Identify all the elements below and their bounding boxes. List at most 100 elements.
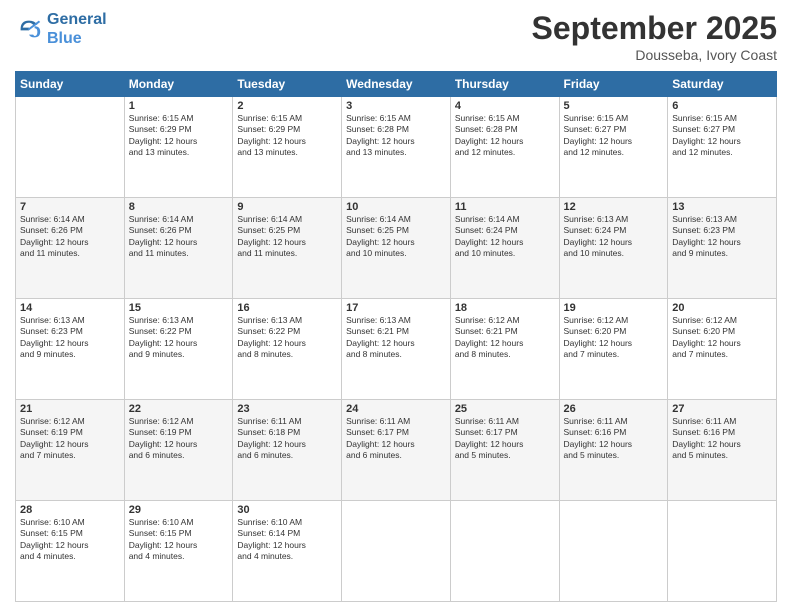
day-info: Sunrise: 6:14 AMSunset: 6:26 PMDaylight:… bbox=[20, 214, 120, 260]
day-info: Sunrise: 6:11 AMSunset: 6:17 PMDaylight:… bbox=[346, 416, 446, 462]
calendar-week-row: 7Sunrise: 6:14 AMSunset: 6:26 PMDaylight… bbox=[16, 198, 777, 299]
table-row: 13Sunrise: 6:13 AMSunset: 6:23 PMDayligh… bbox=[668, 198, 777, 299]
day-number: 10 bbox=[346, 201, 446, 213]
table-row: 12Sunrise: 6:13 AMSunset: 6:24 PMDayligh… bbox=[559, 198, 668, 299]
col-wednesday: Wednesday bbox=[342, 72, 451, 97]
location: Dousseba, Ivory Coast bbox=[532, 47, 777, 63]
day-number: 27 bbox=[672, 403, 772, 415]
logo-icon bbox=[15, 15, 43, 43]
day-number: 15 bbox=[129, 302, 229, 314]
day-info: Sunrise: 6:10 AMSunset: 6:15 PMDaylight:… bbox=[129, 517, 229, 563]
table-row: 8Sunrise: 6:14 AMSunset: 6:26 PMDaylight… bbox=[124, 198, 233, 299]
day-info: Sunrise: 6:11 AMSunset: 6:18 PMDaylight:… bbox=[237, 416, 337, 462]
day-info: Sunrise: 6:13 AMSunset: 6:21 PMDaylight:… bbox=[346, 315, 446, 361]
table-row: 16Sunrise: 6:13 AMSunset: 6:22 PMDayligh… bbox=[233, 299, 342, 400]
table-row: 22Sunrise: 6:12 AMSunset: 6:19 PMDayligh… bbox=[124, 400, 233, 501]
table-row: 7Sunrise: 6:14 AMSunset: 6:26 PMDaylight… bbox=[16, 198, 125, 299]
table-row: 30Sunrise: 6:10 AMSunset: 6:14 PMDayligh… bbox=[233, 501, 342, 602]
day-info: Sunrise: 6:10 AMSunset: 6:15 PMDaylight:… bbox=[20, 517, 120, 563]
col-tuesday: Tuesday bbox=[233, 72, 342, 97]
month-title: September 2025 bbox=[532, 10, 777, 47]
day-info: Sunrise: 6:15 AMSunset: 6:28 PMDaylight:… bbox=[346, 113, 446, 159]
day-info: Sunrise: 6:15 AMSunset: 6:29 PMDaylight:… bbox=[237, 113, 337, 159]
day-info: Sunrise: 6:10 AMSunset: 6:14 PMDaylight:… bbox=[237, 517, 337, 563]
table-row: 25Sunrise: 6:11 AMSunset: 6:17 PMDayligh… bbox=[450, 400, 559, 501]
table-row: 14Sunrise: 6:13 AMSunset: 6:23 PMDayligh… bbox=[16, 299, 125, 400]
table-row: 10Sunrise: 6:14 AMSunset: 6:25 PMDayligh… bbox=[342, 198, 451, 299]
day-number: 14 bbox=[20, 302, 120, 314]
calendar-week-row: 14Sunrise: 6:13 AMSunset: 6:23 PMDayligh… bbox=[16, 299, 777, 400]
day-number: 4 bbox=[455, 100, 555, 112]
day-number: 17 bbox=[346, 302, 446, 314]
table-row bbox=[342, 501, 451, 602]
day-number: 24 bbox=[346, 403, 446, 415]
day-number: 26 bbox=[564, 403, 664, 415]
day-info: Sunrise: 6:14 AMSunset: 6:25 PMDaylight:… bbox=[346, 214, 446, 260]
table-row bbox=[450, 501, 559, 602]
day-number: 1 bbox=[129, 100, 229, 112]
day-number: 5 bbox=[564, 100, 664, 112]
day-number: 6 bbox=[672, 100, 772, 112]
day-info: Sunrise: 6:12 AMSunset: 6:21 PMDaylight:… bbox=[455, 315, 555, 361]
day-number: 28 bbox=[20, 504, 120, 516]
header: General Blue September 2025 Dousseba, Iv… bbox=[15, 10, 777, 63]
table-row: 5Sunrise: 6:15 AMSunset: 6:27 PMDaylight… bbox=[559, 97, 668, 198]
day-number: 18 bbox=[455, 302, 555, 314]
day-info: Sunrise: 6:13 AMSunset: 6:22 PMDaylight:… bbox=[129, 315, 229, 361]
table-row: 24Sunrise: 6:11 AMSunset: 6:17 PMDayligh… bbox=[342, 400, 451, 501]
day-number: 9 bbox=[237, 201, 337, 213]
calendar: Sunday Monday Tuesday Wednesday Thursday… bbox=[15, 71, 777, 602]
day-number: 8 bbox=[129, 201, 229, 213]
page: General Blue September 2025 Dousseba, Iv… bbox=[0, 0, 792, 612]
table-row: 23Sunrise: 6:11 AMSunset: 6:18 PMDayligh… bbox=[233, 400, 342, 501]
day-info: Sunrise: 6:15 AMSunset: 6:27 PMDaylight:… bbox=[564, 113, 664, 159]
day-number: 11 bbox=[455, 201, 555, 213]
col-friday: Friday bbox=[559, 72, 668, 97]
table-row bbox=[668, 501, 777, 602]
day-info: Sunrise: 6:11 AMSunset: 6:16 PMDaylight:… bbox=[672, 416, 772, 462]
col-monday: Monday bbox=[124, 72, 233, 97]
table-row: 19Sunrise: 6:12 AMSunset: 6:20 PMDayligh… bbox=[559, 299, 668, 400]
table-row: 6Sunrise: 6:15 AMSunset: 6:27 PMDaylight… bbox=[668, 97, 777, 198]
day-info: Sunrise: 6:13 AMSunset: 6:22 PMDaylight:… bbox=[237, 315, 337, 361]
table-row: 3Sunrise: 6:15 AMSunset: 6:28 PMDaylight… bbox=[342, 97, 451, 198]
day-info: Sunrise: 6:13 AMSunset: 6:23 PMDaylight:… bbox=[672, 214, 772, 260]
table-row: 18Sunrise: 6:12 AMSunset: 6:21 PMDayligh… bbox=[450, 299, 559, 400]
table-row: 20Sunrise: 6:12 AMSunset: 6:20 PMDayligh… bbox=[668, 299, 777, 400]
calendar-week-row: 28Sunrise: 6:10 AMSunset: 6:15 PMDayligh… bbox=[16, 501, 777, 602]
table-row: 9Sunrise: 6:14 AMSunset: 6:25 PMDaylight… bbox=[233, 198, 342, 299]
day-info: Sunrise: 6:12 AMSunset: 6:20 PMDaylight:… bbox=[564, 315, 664, 361]
table-row bbox=[16, 97, 125, 198]
day-number: 20 bbox=[672, 302, 772, 314]
day-number: 21 bbox=[20, 403, 120, 415]
day-number: 7 bbox=[20, 201, 120, 213]
table-row: 29Sunrise: 6:10 AMSunset: 6:15 PMDayligh… bbox=[124, 501, 233, 602]
col-thursday: Thursday bbox=[450, 72, 559, 97]
table-row: 21Sunrise: 6:12 AMSunset: 6:19 PMDayligh… bbox=[16, 400, 125, 501]
logo: General Blue bbox=[15, 10, 107, 48]
table-row: 17Sunrise: 6:13 AMSunset: 6:21 PMDayligh… bbox=[342, 299, 451, 400]
day-info: Sunrise: 6:12 AMSunset: 6:20 PMDaylight:… bbox=[672, 315, 772, 361]
table-row: 28Sunrise: 6:10 AMSunset: 6:15 PMDayligh… bbox=[16, 501, 125, 602]
col-saturday: Saturday bbox=[668, 72, 777, 97]
day-number: 29 bbox=[129, 504, 229, 516]
table-row: 15Sunrise: 6:13 AMSunset: 6:22 PMDayligh… bbox=[124, 299, 233, 400]
title-block: September 2025 Dousseba, Ivory Coast bbox=[532, 10, 777, 63]
day-number: 30 bbox=[237, 504, 337, 516]
day-number: 16 bbox=[237, 302, 337, 314]
day-number: 13 bbox=[672, 201, 772, 213]
day-info: Sunrise: 6:14 AMSunset: 6:26 PMDaylight:… bbox=[129, 214, 229, 260]
day-info: Sunrise: 6:12 AMSunset: 6:19 PMDaylight:… bbox=[20, 416, 120, 462]
day-info: Sunrise: 6:13 AMSunset: 6:24 PMDaylight:… bbox=[564, 214, 664, 260]
day-info: Sunrise: 6:15 AMSunset: 6:29 PMDaylight:… bbox=[129, 113, 229, 159]
logo-text: General Blue bbox=[47, 10, 107, 48]
col-sunday: Sunday bbox=[16, 72, 125, 97]
day-number: 12 bbox=[564, 201, 664, 213]
calendar-week-row: 21Sunrise: 6:12 AMSunset: 6:19 PMDayligh… bbox=[16, 400, 777, 501]
table-row: 26Sunrise: 6:11 AMSunset: 6:16 PMDayligh… bbox=[559, 400, 668, 501]
day-info: Sunrise: 6:14 AMSunset: 6:25 PMDaylight:… bbox=[237, 214, 337, 260]
table-row: 27Sunrise: 6:11 AMSunset: 6:16 PMDayligh… bbox=[668, 400, 777, 501]
day-info: Sunrise: 6:15 AMSunset: 6:28 PMDaylight:… bbox=[455, 113, 555, 159]
day-number: 22 bbox=[129, 403, 229, 415]
day-info: Sunrise: 6:15 AMSunset: 6:27 PMDaylight:… bbox=[672, 113, 772, 159]
